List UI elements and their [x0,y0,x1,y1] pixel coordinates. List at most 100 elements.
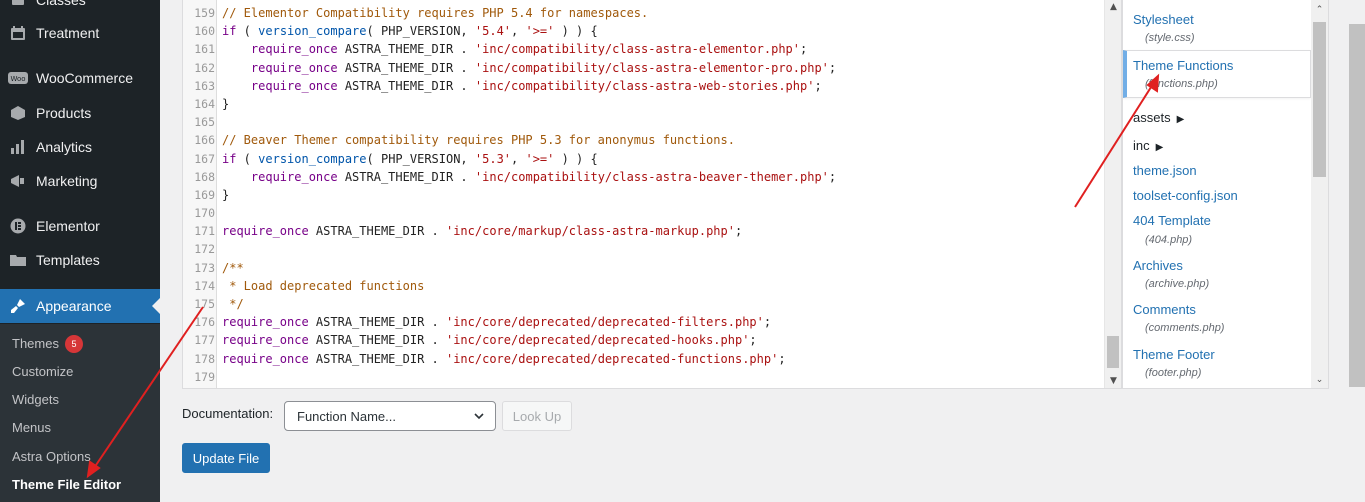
submenu-item-themes[interactable]: Themes 5 [12,334,83,354]
submenu-label: Widgets [12,392,59,407]
file-list-scroll-thumb[interactable] [1313,22,1326,177]
line-number: 176 [194,315,215,330]
menu-item-woocommerce[interactable]: Woo WooCommerce [0,61,160,95]
line-code: require_once ASTRA_THEME_DIR . 'inc/comp… [250,42,808,57]
code-line[interactable]: 163 require_once ASTRA_THEME_DIR . 'inc/… [183,77,1103,95]
menu-item-templates[interactable]: Templates [0,243,160,277]
products-icon [8,103,28,123]
megaphone-icon [8,171,28,191]
code-line[interactable]: 174 * Load deprecated functions [183,277,1103,295]
code-line[interactable]: 172 [183,240,1103,258]
code-line[interactable]: 161 require_once ASTRA_THEME_DIR . 'inc/… [183,40,1103,58]
line-number: 170 [194,206,215,221]
menu-label: Products [36,105,92,121]
menu-item-marketing[interactable]: Marketing [0,164,160,198]
menu-item-treatment[interactable]: Treatment [0,16,160,50]
scroll-up-icon[interactable]: ▲ [1105,0,1121,14]
code-lines[interactable]: 159 // Elementor Compatibility requires P… [183,4,1103,386]
line-number: 171 [194,224,215,239]
line-code: if ( version_compare( PHP_VERSION, '5.3'… [222,151,598,166]
code-line[interactable]: 167 if ( version_compare( PHP_VERSION, '5… [183,150,1103,168]
scroll-down-icon[interactable]: ▼ [1105,374,1121,388]
file-list-scrollbar[interactable]: ⌃ ⌄ [1311,0,1328,388]
folder-assets[interactable]: assets ▶ [1133,110,1184,125]
file-theme-functions[interactable]: Theme Functions [1133,58,1233,73]
line-number: 159 [194,6,215,20]
menu-item-classes[interactable]: Classes [0,0,160,17]
file-archives-path: (archive.php) [1145,278,1210,290]
line-number: 179 [194,369,215,384]
file-theme-json[interactable]: theme.json [1133,163,1197,178]
line-number: 175 [194,297,215,311]
menu-item-products[interactable]: Products [0,96,160,130]
file-theme-footer[interactable]: Theme Footer [1133,347,1215,362]
menu-label: Classes [36,0,86,8]
submenu-item-menus[interactable]: Menus [12,418,51,438]
function-name-select[interactable]: Function Name... [284,401,496,431]
line-code: require_once ASTRA_THEME_DIR . 'inc/comp… [250,60,837,75]
menu-item-appearance[interactable]: Appearance [0,289,160,323]
code-line[interactable]: 179 [183,368,1103,386]
code-line[interactable]: 162 require_once ASTRA_THEME_DIR . 'inc/… [183,59,1103,77]
select-value: Function Name... [297,408,396,424]
code-editor[interactable]: 159 // Elementor Compatibility requires P… [182,0,1122,389]
update-file-button[interactable]: Update File [182,443,270,473]
line-code: } [222,96,230,111]
code-line[interactable]: 165 [183,113,1103,131]
editor-scrollbar[interactable]: ▲ ▼ [1104,0,1121,388]
code-line[interactable]: 170 [183,204,1103,222]
file-404-template[interactable]: 404 Template [1133,213,1211,228]
line-code: require_once ASTRA_THEME_DIR . 'inc/core… [222,351,786,366]
code-line[interactable]: 169} [183,186,1103,204]
theme-file-editor-page: Classes Treatment Woo WooCommerce Produc… [0,0,1365,502]
menu-item-elementor[interactable]: Elementor [0,209,160,243]
editor-scroll-thumb[interactable] [1107,336,1119,368]
line-number: 168 [194,169,215,184]
file-stylesheet[interactable]: Stylesheet [1133,12,1194,27]
code-line[interactable]: 175 */ [183,295,1103,313]
submenu-label: Themes [12,336,59,351]
file-theme-functions-path: (functions.php) [1145,78,1218,90]
look-up-button[interactable]: Look Up [502,401,572,431]
line-number: 169 [194,187,215,202]
line-number: 173 [194,260,215,275]
file-comments-path: (comments.php) [1145,322,1225,334]
line-number: 172 [194,242,215,257]
line-number: 160 [194,24,215,39]
admin-sidebar: Classes Treatment Woo WooCommerce Produc… [0,0,160,502]
menu-label: Treatment [36,25,100,41]
code-line[interactable]: 171 require_once ASTRA_THEME_DIR . 'inc/c… [183,222,1103,240]
code-line[interactable]: 178 require_once ASTRA_THEME_DIR . 'inc/c… [183,350,1103,368]
code-line[interactable]: 159 // Elementor Compatibility requires P… [183,4,1103,22]
code-line[interactable]: 176 require_once ASTRA_THEME_DIR . 'inc/c… [183,313,1103,331]
line-code: * Load deprecated functions [222,278,425,293]
scroll-down-icon[interactable]: ⌄ [1311,372,1328,386]
file-comments[interactable]: Comments [1133,302,1196,317]
line-code: /** [222,260,244,275]
code-line[interactable]: 168 require_once ASTRA_THEME_DIR . 'inc/… [183,168,1103,186]
classes-icon [8,0,28,10]
code-line[interactable]: 173 /** [183,259,1103,277]
folder-inc[interactable]: inc ▶ [1133,138,1163,153]
page-scrollbar-thumb[interactable] [1349,24,1365,387]
code-line[interactable]: 164} [183,95,1103,113]
file-404-path: (404.php) [1145,234,1193,246]
submenu-item-theme-file-editor[interactable]: Theme File Editor [12,475,121,495]
line-code: */ [222,297,244,311]
line-number: 163 [194,78,215,93]
file-archives[interactable]: Archives [1133,258,1183,273]
update-count-badge: 5 [64,335,83,353]
submenu-item-astra-options[interactable]: Astra Options [12,447,91,467]
menu-item-analytics[interactable]: Analytics [0,130,160,164]
file-toolset-config[interactable]: toolset-config.json [1133,188,1238,203]
scroll-up-icon[interactable]: ⌃ [1311,2,1328,16]
submenu-item-customize[interactable]: Customize [12,362,73,382]
line-number: 174 [194,278,215,293]
chevron-down-icon [474,413,484,420]
line-number: 167 [194,151,215,166]
line-code: // Beaver Themer compatibility requires … [222,133,735,148]
code-line[interactable]: 166 // Beaver Themer compatibility requir… [183,131,1103,149]
code-line[interactable]: 177 require_once ASTRA_THEME_DIR . 'inc/c… [183,331,1103,349]
submenu-item-widgets[interactable]: Widgets [12,390,59,410]
code-line[interactable]: 160 if ( version_compare( PHP_VERSION, '5… [183,22,1103,40]
